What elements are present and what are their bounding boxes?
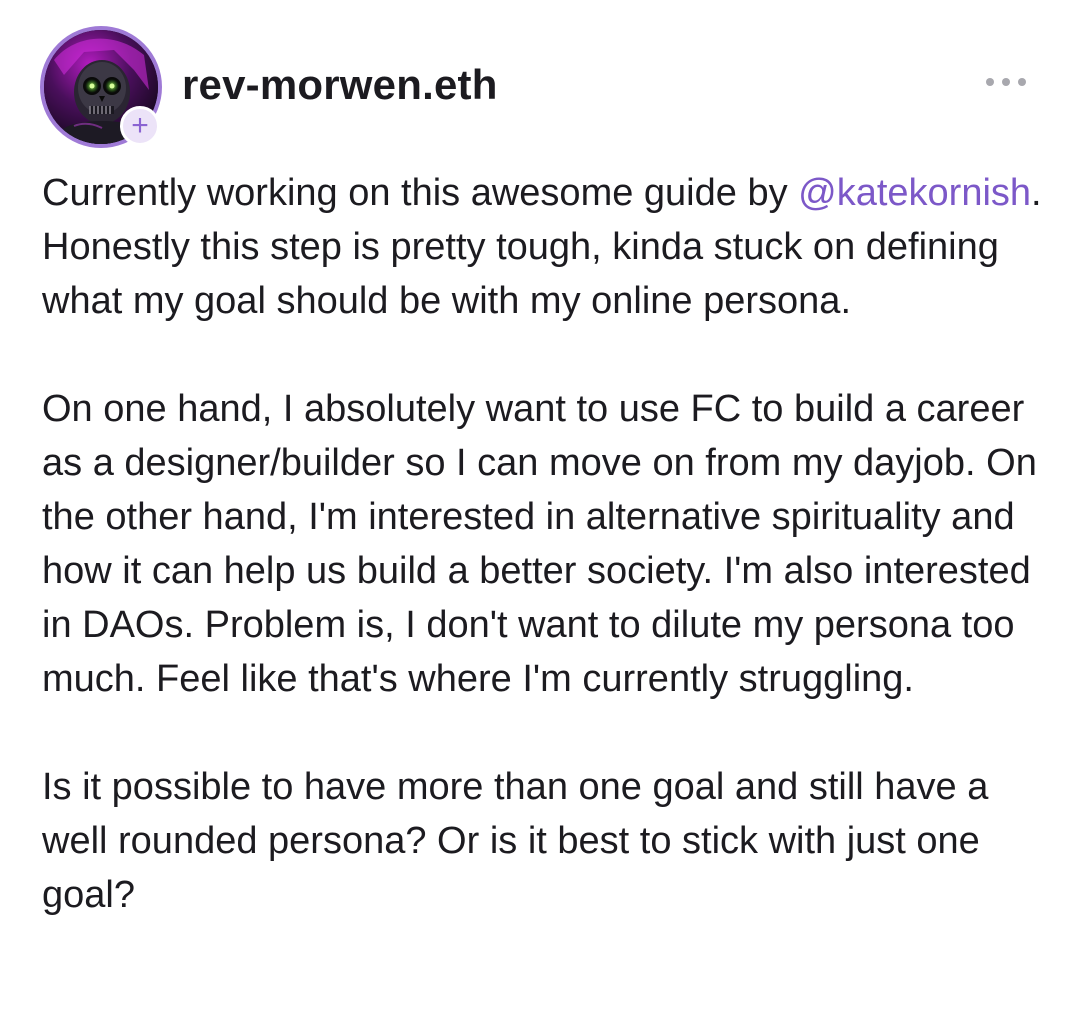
post-header: + rev-morwen.eth: [40, 26, 1040, 150]
paragraph-text: Currently working on this awesome guide …: [42, 172, 799, 214]
ellipsis-icon: [1002, 78, 1010, 86]
post-paragraph: Is it possible to have more than one goa…: [42, 766, 989, 916]
plus-icon: +: [131, 109, 149, 142]
more-options-button[interactable]: [986, 70, 1026, 94]
author-username[interactable]: rev-morwen.eth: [182, 61, 498, 108]
cast-post: + rev-morwen.eth Currently working on th…: [0, 0, 1080, 1036]
author-avatar-wrap[interactable]: +: [40, 26, 162, 148]
ellipsis-icon: [1018, 78, 1026, 86]
ellipsis-icon: [986, 78, 994, 86]
post-body: Currently working on this awesome guide …: [42, 166, 1052, 922]
follow-button[interactable]: +: [120, 106, 160, 146]
post-paragraph: Currently working on this awesome guide …: [42, 166, 1052, 328]
mention-link[interactable]: @katekornish: [798, 172, 1031, 214]
post-paragraph: On one hand, I absolutely want to use FC…: [42, 388, 1037, 700]
